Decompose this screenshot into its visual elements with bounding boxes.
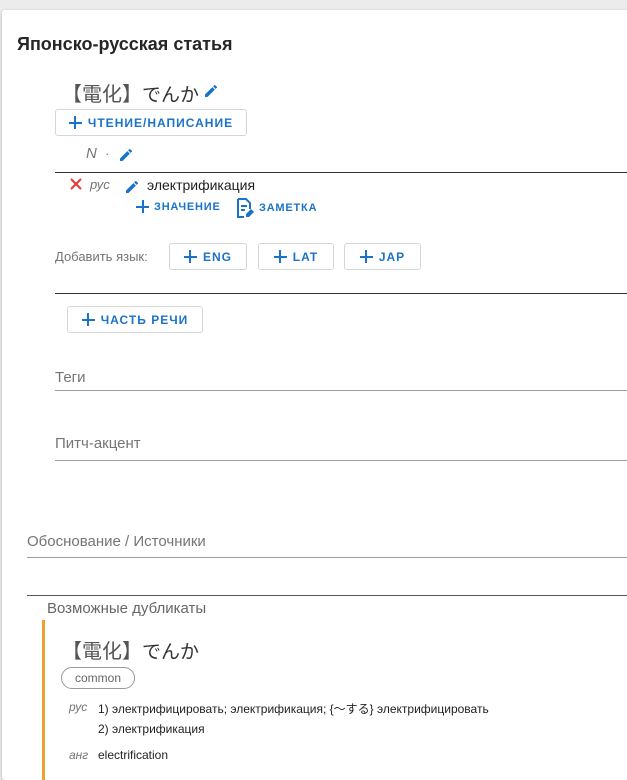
plus-icon — [68, 116, 82, 129]
plus-icon — [273, 250, 287, 263]
sources-label: Обоснование / Источники — [27, 533, 206, 550]
add-pos-button[interactable]: ЧАСТЬ РЕЧИ — [67, 306, 203, 333]
duplicate-headword[interactable]: 【電化】でんか — [62, 635, 199, 664]
add-meaning-label: ЗНАЧЕНИЕ — [154, 200, 221, 213]
pencil-icon — [126, 180, 139, 193]
add-language-eng-button[interactable]: ENG — [169, 243, 247, 270]
add-reading-label: ЧТЕНИЕ/НАПИСАНИЕ — [87, 115, 234, 130]
add-language-lat-button[interactable]: LAT — [258, 243, 334, 270]
add-reading-button[interactable]: ЧТЕНИЕ/НАПИСАНИЕ — [55, 109, 247, 136]
pitch-label: Питч-акцент — [55, 435, 141, 452]
sources-input[interactable] — [27, 557, 627, 558]
duplicate-rus-meaning-2: 2) электрификация — [98, 722, 205, 736]
headword-kanji: 【電化】 — [62, 84, 142, 106]
duplicates-heading: Возможные дубликаты — [47, 600, 207, 617]
duplicate-rus-lang: рус — [69, 700, 88, 714]
duplicate-eng-meaning-1: electrification — [98, 748, 169, 762]
edit-headword-button[interactable] — [203, 82, 219, 100]
tags-label: Теги — [55, 369, 86, 386]
pos-separator: · — [105, 146, 110, 161]
edit-translation-button[interactable] — [124, 178, 140, 196]
divider — [55, 293, 627, 294]
translation-text: электрификация — [147, 177, 256, 193]
translation-lang: рус — [90, 177, 110, 192]
headword: 【電化】でんか — [62, 78, 199, 107]
add-meaning-button[interactable]: ЗНАЧЕНИЕ — [136, 200, 221, 213]
common-chip: common — [61, 667, 135, 689]
pencil-icon — [120, 148, 133, 161]
add-note-button[interactable]: ЗАМЕТКА — [236, 198, 317, 218]
headword-kana: でんか — [142, 85, 200, 106]
pitch-input[interactable] — [55, 460, 627, 461]
duplicate-eng-lang: анг — [69, 748, 89, 762]
plus-icon — [359, 250, 373, 263]
divider — [27, 595, 627, 596]
duplicate-rus-meaning-1: 1) электрифицировать; электрификация; {〜… — [98, 702, 489, 716]
add-note-label: ЗАМЕТКА — [259, 202, 318, 214]
add-language-jap-button[interactable]: JAP — [344, 243, 421, 270]
duplicate-kanji: 【電化】 — [62, 641, 142, 663]
duplicate-kana: でんか — [142, 642, 200, 663]
add-language-label: Добавить язык: — [55, 249, 148, 264]
plus-icon — [183, 250, 197, 263]
divider — [55, 172, 627, 173]
tags-input[interactable] — [55, 390, 627, 391]
add-language-eng-label: ENG — [202, 249, 232, 264]
pos-value: N — [86, 145, 97, 162]
pencil-icon — [205, 84, 218, 97]
add-pos-label: ЧАСТЬ РЕЧИ — [100, 312, 189, 327]
add-language-lat-label: LAT — [292, 249, 319, 264]
add-language-jap-label: JAP — [378, 249, 406, 264]
plus-icon — [81, 313, 95, 326]
note-icon — [237, 198, 254, 218]
duplicate-marker — [42, 620, 45, 780]
plus-icon — [136, 200, 149, 213]
close-icon — [70, 178, 82, 190]
page-title: Японско-русская статья — [17, 34, 233, 54]
delete-translation-button[interactable] — [69, 177, 83, 196]
edit-pos-button[interactable] — [118, 146, 134, 164]
